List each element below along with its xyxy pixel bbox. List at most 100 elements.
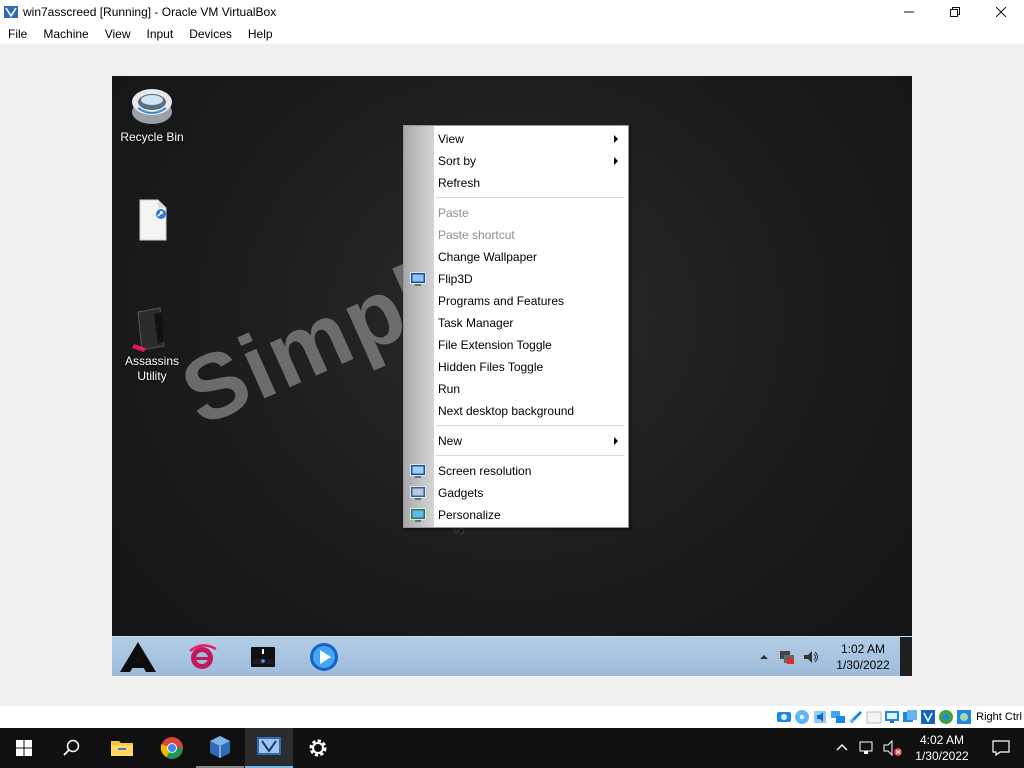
- context-menu-item-gadgets[interactable]: Gadgets: [404, 482, 628, 504]
- desktop-icon-shortcut[interactable]: [112, 196, 192, 244]
- context-menu-item-task-manager[interactable]: Task Manager: [404, 312, 628, 334]
- context-menu-item-label: File Extension Toggle: [438, 338, 552, 352]
- close-button[interactable]: [978, 0, 1024, 24]
- context-menu-item-label: Paste shortcut: [438, 228, 515, 242]
- host-system-tray: 4:02 AM 1/30/2022: [834, 728, 1024, 768]
- virtualbox-vm-icon: [257, 737, 281, 755]
- context-menu-item-refresh[interactable]: Refresh: [404, 172, 628, 194]
- window-controls: [886, 0, 1024, 24]
- context-menu-item-programs-and-features[interactable]: Programs and Features: [404, 290, 628, 312]
- guest-taskbar: 1:02 AM 1/30/2022: [112, 636, 912, 676]
- vbox-titlebar: win7asscreed [Running] - Oracle VM Virtu…: [0, 0, 1024, 24]
- hard-disk-icon[interactable]: [776, 709, 792, 725]
- guest-taskbar-media-player[interactable]: [302, 639, 346, 675]
- network-icon[interactable]: [778, 649, 796, 665]
- recording-icon[interactable]: [902, 709, 918, 725]
- context-menu-item-label: Task Manager: [438, 316, 514, 330]
- guest-clock-date: 1/30/2022: [836, 658, 890, 672]
- host-start-button[interactable]: [0, 728, 48, 768]
- host-volume-muted-icon[interactable]: [882, 739, 904, 757]
- menu-file[interactable]: File: [0, 27, 35, 41]
- desktop-icon-recycle-bin[interactable]: Recycle Bin: [112, 82, 192, 145]
- audio-icon[interactable]: [812, 709, 828, 725]
- menu-input[interactable]: Input: [139, 27, 182, 41]
- host-settings-button[interactable]: [294, 728, 342, 768]
- guest-clock-time: 1:02 AM: [840, 642, 886, 656]
- host-virtualbox-button[interactable]: [196, 728, 244, 768]
- host-key-label[interactable]: Right Ctrl: [976, 711, 1022, 723]
- volume-icon[interactable]: [802, 649, 820, 665]
- guest-taskbar-ie[interactable]: [180, 639, 224, 675]
- context-menu-item-label: Refresh: [438, 176, 481, 190]
- context-menu-item-label: Screen resolution: [438, 464, 532, 478]
- settings-icon: [309, 739, 327, 757]
- minimize-button[interactable]: [886, 0, 932, 24]
- context-menu-item-next-desktop-background[interactable]: Next desktop background: [404, 400, 628, 422]
- desktop-context-menu: View Sort by Refresh Paste Paste shortcut Cha…: [403, 125, 629, 528]
- personalize-icon: [410, 508, 426, 522]
- search-icon: [63, 739, 80, 756]
- context-menu-separator: [436, 455, 624, 457]
- context-menu-item-run[interactable]: Run: [404, 378, 628, 400]
- context-menu-item-label: Gadgets: [438, 486, 484, 500]
- context-menu-item-file-extension-toggle[interactable]: File Extension Toggle: [404, 334, 628, 356]
- context-menu-item-hidden-files-toggle[interactable]: Hidden Files Toggle: [404, 356, 628, 378]
- context-menu-separator: [436, 197, 624, 199]
- windows-start-icon: [16, 740, 32, 756]
- desktop-icon-label: Recycle Bin: [120, 130, 184, 144]
- context-menu-item-view[interactable]: View: [404, 128, 628, 150]
- action-center-button[interactable]: [978, 728, 1024, 768]
- guest-start-button[interactable]: [116, 639, 160, 675]
- context-menu-item-paste-shortcut: Paste shortcut: [404, 224, 628, 246]
- show-desktop-button[interactable]: [900, 637, 912, 676]
- vbox-statusbar: Right Ctrl: [776, 708, 1024, 726]
- recycle-bin-icon: [132, 89, 172, 124]
- host-virtualbox-vm-button[interactable]: [245, 728, 293, 768]
- optical-drive-icon[interactable]: [794, 709, 810, 725]
- context-menu-item-label: Hidden Files Toggle: [438, 360, 544, 374]
- drive-icon: [251, 647, 275, 667]
- vbox-menubar: File Machine View Input Devices Help: [0, 24, 1024, 44]
- show-hidden-icons-icon[interactable]: [834, 740, 850, 756]
- context-menu-item-label: View: [438, 132, 464, 146]
- guest-clock[interactable]: 1:02 AM 1/30/2022: [828, 641, 898, 673]
- close-icon: [996, 7, 1006, 17]
- host-clock-date: 1/30/2022: [915, 749, 969, 763]
- context-menu-item-label: Next desktop background: [438, 404, 575, 418]
- host-file-explorer-button[interactable]: [98, 728, 146, 768]
- network-adapter-icon[interactable]: [830, 709, 846, 725]
- desktop-icon-assassins-utility[interactable]: Assassins Utility: [112, 306, 192, 384]
- context-menu-item-label: Run: [438, 382, 461, 396]
- guest-taskbar-drive[interactable]: [241, 639, 285, 675]
- shared-folders-icon[interactable]: [866, 709, 882, 725]
- context-menu-item-label: Personalize: [438, 508, 501, 522]
- host-clock[interactable]: 4:02 AM 1/30/2022: [906, 732, 978, 764]
- context-menu-item-flip3d[interactable]: Flip3D: [404, 268, 628, 290]
- menu-view[interactable]: View: [97, 27, 139, 41]
- guest-additions-icon[interactable]: [938, 709, 954, 725]
- menu-help[interactable]: Help: [240, 27, 281, 41]
- menu-machine[interactable]: Machine: [35, 27, 96, 41]
- desktop-icon-label: Assassins Utility: [124, 354, 180, 383]
- context-menu-item-personalize[interactable]: Personalize: [404, 504, 628, 526]
- host-chrome-button[interactable]: [148, 728, 196, 768]
- shortcut-file-icon: [139, 199, 167, 241]
- mouse-integration-icon[interactable]: [956, 709, 972, 725]
- media-player-icon: [310, 643, 338, 671]
- context-menu-item-change-wallpaper[interactable]: Change Wallpaper: [404, 246, 628, 268]
- host-network-icon[interactable]: [858, 739, 878, 757]
- restore-button[interactable]: [932, 0, 978, 24]
- menu-devices[interactable]: Devices: [181, 27, 240, 41]
- host-search-button[interactable]: [48, 728, 96, 768]
- display-icon[interactable]: [884, 709, 900, 725]
- gadgets-icon: [410, 486, 426, 500]
- context-menu-item-screen-resolution[interactable]: Screen resolution: [404, 460, 628, 482]
- virtualization-icon[interactable]: [920, 709, 936, 725]
- context-menu-separator: [436, 425, 624, 427]
- show-hidden-icons-icon[interactable]: [758, 651, 770, 663]
- context-menu-item-sort-by[interactable]: Sort by: [404, 150, 628, 172]
- usb-icon[interactable]: [848, 709, 864, 725]
- context-menu-item-new[interactable]: New: [404, 430, 628, 452]
- chrome-icon: [160, 737, 183, 759]
- context-menu-item-paste: Paste: [404, 202, 628, 224]
